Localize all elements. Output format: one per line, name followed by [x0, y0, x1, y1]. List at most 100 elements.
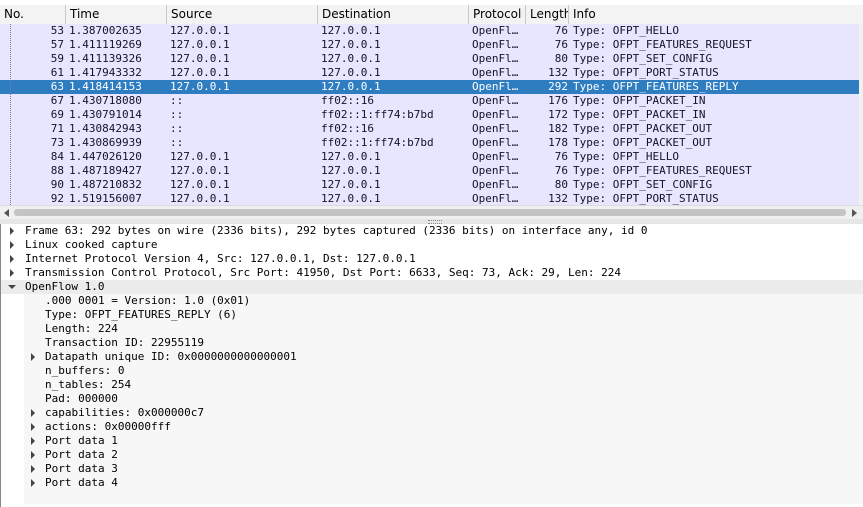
- packet-cell-src: 127.0.0.1: [170, 24, 230, 37]
- column-header-destination[interactable]: Destination: [318, 5, 469, 24]
- packet-cell-time: 1.418414153: [69, 80, 142, 93]
- packet-cell-no: 57: [50, 38, 64, 51]
- expand-arrow-icon[interactable]: [31, 423, 35, 431]
- packet-list-header: No. Time Source Destination Protocol Len…: [0, 5, 863, 25]
- detail-row[interactable]: Pad: 000000: [1, 392, 863, 406]
- column-header-protocol[interactable]: Protocol: [469, 5, 526, 24]
- detail-row[interactable]: Transaction ID: 22955119: [1, 336, 863, 350]
- packet-row[interactable]: 84 1.447026120 127.0.0.1 127.0.0.1 OpenFl… 76…: [0, 150, 859, 164]
- expand-arrow-icon[interactable]: [31, 437, 35, 445]
- packet-cell-proto: OpenFl…: [472, 136, 519, 149]
- scroll-right-arrow-icon[interactable]: [852, 209, 857, 217]
- detail-row[interactable]: Datapath unique ID: 0x0000000000000001: [1, 350, 863, 364]
- packet-cell-len: 76: [554, 38, 568, 51]
- scroll-left-arrow-icon[interactable]: [4, 209, 9, 217]
- detail-row[interactable]: Transmission Control Protocol, Src Port:…: [1, 266, 863, 280]
- detail-text: Port data 4: [45, 476, 118, 489]
- expand-arrow-icon[interactable]: [31, 451, 35, 459]
- horizontal-scrollbar[interactable]: [0, 205, 863, 220]
- expand-arrow-icon[interactable]: [10, 269, 14, 277]
- expand-arrow-icon[interactable]: [10, 241, 14, 249]
- packet-cell-info: Type: OFPT_PORT_STATUS: [573, 192, 719, 205]
- packet-cell-no: 67: [50, 94, 64, 107]
- packet-cell-time: 1.417943332: [69, 66, 142, 79]
- expand-arrow-icon[interactable]: [31, 465, 35, 473]
- detail-text: actions: 0x00000fff: [45, 420, 171, 433]
- packet-cell-info: Type: OFPT_PORT_STATUS: [573, 66, 719, 79]
- packet-list-pane: No. Time Source Destination Protocol Len…: [0, 0, 863, 205]
- detail-row[interactable]: Length: 224: [1, 322, 863, 336]
- packet-cell-info: Type: OFPT_PACKET_OUT: [573, 122, 713, 135]
- column-header-source[interactable]: Source: [167, 5, 318, 24]
- vertical-scrollbar[interactable]: [859, 24, 863, 205]
- packet-cell-time: 1.447026120: [69, 150, 142, 163]
- packet-row[interactable]: 53 1.387002635 127.0.0.1 127.0.0.1 OpenFl… 76…: [0, 24, 859, 38]
- expand-arrow-icon[interactable]: [31, 353, 35, 361]
- detail-row[interactable]: Port data 3: [1, 462, 863, 476]
- packet-cell-len: 132: [548, 192, 568, 205]
- packet-cell-len: 176: [548, 94, 568, 107]
- packet-cell-no: 53: [50, 24, 64, 37]
- packet-cell-info: Type: OFPT_FEATURES_REQUEST: [573, 38, 752, 51]
- detail-row[interactable]: n_buffers: 0: [1, 364, 863, 378]
- detail-row[interactable]: actions: 0x00000fff: [1, 420, 863, 434]
- packet-cell-info: Type: OFPT_FEATURES_REQUEST: [573, 164, 752, 177]
- packet-cell-src: ::: [170, 108, 184, 121]
- detail-text: Port data 1: [45, 434, 118, 447]
- packet-details-pane: Frame 63: 292 bytes on wire (2336 bits),…: [0, 224, 863, 507]
- packet-cell-len: 292: [548, 80, 568, 93]
- column-header-no[interactable]: No.: [0, 5, 66, 24]
- detail-row[interactable]: Linux cooked capture: [1, 238, 863, 252]
- packet-cell-proto: OpenFl…: [472, 108, 519, 121]
- expand-arrow-icon[interactable]: [10, 227, 14, 235]
- packet-cell-no: 73: [50, 136, 64, 149]
- column-header-time[interactable]: Time: [66, 5, 167, 24]
- packet-cell-src: ::: [170, 94, 184, 107]
- packet-row[interactable]: 69 1.430791014:: ff02::1:ff74:b7bd OpenFl… 1…: [0, 108, 859, 122]
- detail-row[interactable]: OpenFlow 1.0: [1, 280, 863, 294]
- packet-cell-time: 1.487210832: [69, 178, 142, 191]
- packet-row[interactable]: 67 1.430718080:: ff02::16 OpenFl… 176 Type: O…: [0, 94, 859, 108]
- packet-row[interactable]: 90 1.487210832 127.0.0.1 127.0.0.1 OpenFl… 80…: [0, 178, 859, 192]
- packet-cell-len: 76: [554, 164, 568, 177]
- expand-arrow-icon[interactable]: [10, 255, 14, 263]
- detail-row[interactable]: Port data 1: [1, 434, 863, 448]
- detail-row[interactable]: Internet Protocol Version 4, Src: 127.0.…: [1, 252, 863, 266]
- packet-cell-time: 1.411119269: [69, 38, 142, 51]
- packet-row[interactable]: 88 1.487189427 127.0.0.1 127.0.0.1 OpenFl… 76…: [0, 164, 859, 178]
- detail-row[interactable]: Port data 4: [1, 476, 863, 490]
- packet-row[interactable]: 92 1.519156007 127.0.0.1 127.0.0.1 OpenFl… 13…: [0, 192, 859, 206]
- detail-row[interactable]: capabilities: 0x000000c7: [1, 406, 863, 420]
- detail-row[interactable]: Type: OFPT_FEATURES_REPLY (6): [1, 308, 863, 322]
- packet-row[interactable]: 61 1.417943332 127.0.0.1 127.0.0.1 OpenFl… 13…: [0, 66, 859, 80]
- detail-text: Transaction ID: 22955119: [45, 336, 204, 349]
- detail-text: Port data 2: [45, 448, 118, 461]
- detail-row[interactable]: Port data 2: [1, 448, 863, 462]
- packet-row[interactable]: 59 1.411139326 127.0.0.1 127.0.0.1 OpenFl… 80…: [0, 52, 859, 66]
- column-header-info[interactable]: Info: [569, 5, 863, 24]
- expand-arrow-icon[interactable]: [31, 409, 35, 417]
- packet-cell-info: Type: OFPT_PACKET_IN: [573, 94, 706, 107]
- packet-row[interactable]: 71 1.430842943:: ff02::16 OpenFl… 182 Type: O…: [0, 122, 859, 136]
- packet-row[interactable]: 57 1.411119269 127.0.0.1 127.0.0.1 OpenFl… 76…: [0, 38, 859, 52]
- packet-cell-src: 127.0.0.1: [170, 38, 230, 51]
- detail-row[interactable]: .000 0001 = Version: 1.0 (0x01): [1, 294, 863, 308]
- packet-cell-src: ::: [170, 122, 184, 135]
- packet-cell-no: 92: [50, 192, 64, 205]
- detail-text: Transmission Control Protocol, Src Port:…: [25, 266, 622, 279]
- detail-row[interactable]: Frame 63: 292 bytes on wire (2336 bits),…: [1, 224, 863, 238]
- packet-row[interactable]: 63 1.418414153 127.0.0.1 127.0.0.1 OpenFl… 29…: [0, 80, 859, 94]
- detail-text: Internet Protocol Version 4, Src: 127.0.…: [25, 252, 416, 265]
- detail-text: n_buffers: 0: [45, 364, 125, 377]
- collapse-arrow-icon[interactable]: [8, 285, 16, 289]
- detail-text: n_tables: 254: [45, 378, 132, 391]
- packet-cell-no: 69: [50, 108, 64, 121]
- scrollbar-thumb[interactable]: [14, 209, 846, 216]
- column-header-length[interactable]: Length: [526, 5, 569, 24]
- packet-row[interactable]: 73 1.430869939:: ff02::1:ff74:b7bd OpenFl… 1…: [0, 136, 859, 150]
- packet-cell-proto: OpenFl…: [472, 38, 519, 51]
- expand-arrow-icon[interactable]: [31, 479, 35, 487]
- detail-text: capabilities: 0x000000c7: [45, 406, 204, 419]
- packet-cell-dst: ff02::16: [321, 122, 374, 135]
- detail-row[interactable]: n_tables: 254: [1, 378, 863, 392]
